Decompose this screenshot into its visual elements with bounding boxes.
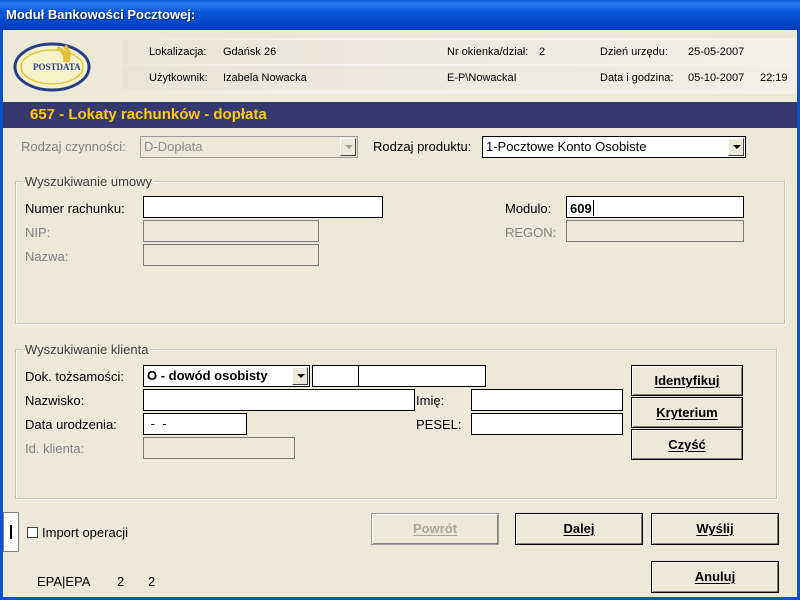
chevron-down-icon: [340, 138, 356, 156]
postdata-logo: POSTDATA: [13, 42, 91, 92]
kryterium-button-label: Kryterium: [656, 405, 718, 420]
login-value: E-P\NowackaI: [447, 72, 517, 84]
uzytkownik-label: Użytkownik:: [149, 72, 208, 84]
status-epa: EPA|EPA: [37, 574, 91, 589]
numer-rachunku-input[interactable]: [143, 196, 383, 218]
dalej-button[interactable]: Dalej: [515, 513, 643, 545]
dzien-urzedu-label: Dzień urzędu:: [600, 46, 668, 58]
dok-tozsamosci-label: Dok. tożsamości:: [25, 369, 124, 384]
nip-input: [143, 220, 319, 242]
main-window: Moduł Bankowości Pocztowej: POSTDATA Lok…: [0, 0, 800, 600]
rodzaj-czynnosci-value: D-Dopłata: [144, 139, 203, 154]
text-caret: [592, 200, 594, 216]
anuluj-button-label: Anuluj: [694, 569, 736, 584]
kryterium-button[interactable]: Kryterium: [631, 397, 743, 428]
regon-input: [566, 220, 744, 242]
side-tab-marker: [10, 525, 12, 539]
czysc-button-label: Czyść: [668, 437, 706, 452]
nr-okienka-value: 2: [539, 46, 546, 58]
data-urodzenia-input[interactable]: - -: [143, 413, 247, 435]
id-klienta-input: [143, 437, 295, 459]
modulo-input[interactable]: 609: [566, 196, 744, 218]
data-urodzenia-label: Data urodzenia:: [25, 417, 117, 432]
lokalizacja-label: Lokalizacja:: [149, 46, 207, 58]
id-klienta-label: Id. klienta:: [25, 441, 85, 456]
side-tab[interactable]: [3, 512, 19, 552]
wyszukiwanie-umowy-title: Wyszukiwanie umowy: [23, 174, 155, 189]
pesel-input[interactable]: [471, 413, 623, 435]
data-godzina-label: Data i godzina:: [600, 72, 674, 84]
rodzaj-produktu-label: Rodzaj produktu:: [373, 139, 472, 154]
rodzaj-czynnosci-label: Rodzaj czynności:: [21, 139, 126, 154]
dok-tozsamosci-value: O - dowód osobisty: [147, 368, 268, 383]
operation-banner: 657 - Lokaty rachunków - dopłata: [3, 102, 797, 128]
rodzaj-czynnosci-select: D-Dopłata: [140, 136, 358, 158]
operation-title: 657 - Lokaty rachunków - dopłata: [30, 106, 267, 123]
dzien-urzedu-value: 25-05-2007: [688, 46, 745, 58]
session-info-row-1: Lokalizacja: Gdańsk 26 Nr okienka/dział:…: [123, 40, 797, 64]
regon-label: REGON:: [505, 225, 557, 240]
imie-label: Imię:: [416, 393, 445, 408]
import-operacji-checkbox[interactable]: [27, 527, 38, 538]
modulo-label: Modulo:: [505, 201, 552, 216]
import-operacji-label[interactable]: Import operacji: [42, 525, 128, 540]
nr-okienka-label: Nr okienka/dział:: [447, 46, 529, 58]
imie-input[interactable]: [471, 389, 623, 411]
wyslij-button-label: Wyślij: [696, 521, 734, 536]
nazwa-label: Nazwa:: [25, 249, 69, 264]
dok-tozsamosci-select[interactable]: O - dowód osobisty: [143, 365, 310, 387]
powrot-button: Powrót: [371, 513, 499, 545]
uzytkownik-value: Izabela Nowacka: [223, 72, 307, 84]
nazwa-input: [143, 244, 319, 266]
rodzaj-produktu-value: 1-Pocztowe Konto Osobiste: [486, 139, 647, 154]
dok-numer-input[interactable]: [358, 365, 486, 387]
nip-label: NIP:: [25, 225, 51, 240]
wyszukiwanie-klienta-title: Wyszukiwanie klienta: [23, 342, 151, 357]
wyslij-button[interactable]: Wyślij: [651, 513, 779, 545]
czysc-button[interactable]: Czyść: [631, 429, 743, 460]
logo-text: POSTDATA: [33, 62, 81, 72]
godzina-value: 22:19: [760, 72, 788, 84]
data-value: 05-10-2007: [688, 72, 745, 84]
pesel-label: PESEL:: [416, 417, 462, 432]
status-value-1: 2: [117, 574, 125, 589]
powrot-button-label: Powrót: [412, 521, 458, 536]
modulo-value: 609: [570, 201, 592, 216]
window-title: Moduł Bankowości Pocztowej:: [6, 7, 196, 22]
numer-rachunku-label: Numer rachunku:: [25, 201, 125, 216]
nazwisko-input[interactable]: [143, 389, 415, 411]
dok-seria-input[interactable]: [312, 365, 360, 387]
session-info: Lokalizacja: Gdańsk 26 Nr okienka/dział:…: [123, 38, 797, 94]
chevron-down-icon[interactable]: [292, 367, 308, 385]
title-bar[interactable]: Moduł Bankowości Pocztowej:: [0, 0, 800, 30]
nazwisko-label: Nazwisko:: [25, 393, 85, 408]
dalej-button-label: Dalej: [563, 521, 595, 536]
identyfikuj-button-label: Identyfikuj: [654, 373, 720, 388]
anuluj-button[interactable]: Anuluj: [651, 561, 779, 593]
lokalizacja-value: Gdańsk 26: [223, 46, 277, 58]
header-panel: POSTDATA Lokalizacja: Gdańsk 26 Nr okien…: [3, 30, 797, 102]
rodzaj-produktu-select[interactable]: 1-Pocztowe Konto Osobiste: [482, 136, 746, 158]
status-value-2: 2: [148, 574, 156, 589]
identyfikuj-button[interactable]: Identyfikuj: [631, 365, 743, 396]
session-info-row-2: Użytkownik: Izabela Nowacka E-P\NowackaI…: [123, 66, 797, 90]
chevron-down-icon[interactable]: [728, 138, 744, 156]
